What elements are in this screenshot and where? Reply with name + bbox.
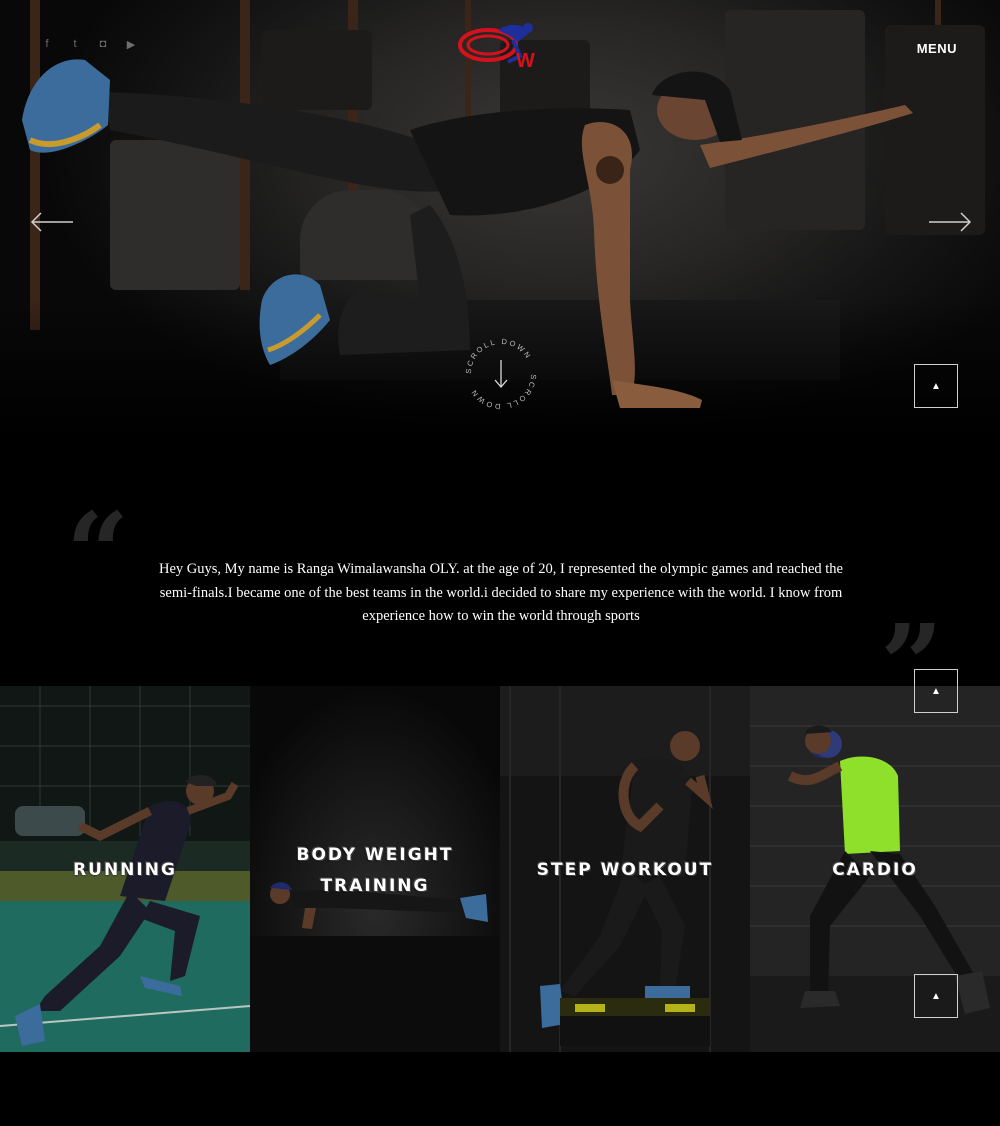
scroll-down-label: SCROLL DOWN bbox=[464, 337, 532, 374]
open-quote-icon: “ bbox=[66, 488, 130, 617]
footer-spacer bbox=[0, 1052, 1000, 1126]
back-to-top-button[interactable]: ▲ bbox=[914, 974, 958, 1018]
hero-slider: f t ◘ ▶ W MENU SCROLL DOWN SCROLL DOWN bbox=[0, 0, 1000, 440]
programs-grid: RUNNING BODY WEIGHT TRAINING STEP WORKOU… bbox=[0, 686, 1000, 1052]
chevron-up-icon: ▲ bbox=[931, 380, 941, 392]
svg-text:SCROLL DOWN: SCROLL DOWN bbox=[468, 374, 538, 411]
twitter-icon[interactable]: t bbox=[68, 38, 82, 51]
chevron-up-icon: ▲ bbox=[931, 990, 941, 1002]
about-quote-section: “ Hey Guys, My name is Ranga Wimalawansh… bbox=[0, 440, 1000, 720]
program-title: RUNNING bbox=[73, 860, 177, 880]
about-quote-text: Hey Guys, My name is Ranga Wimalawansha … bbox=[159, 561, 843, 624]
program-card-running[interactable]: RUNNING bbox=[0, 686, 250, 1052]
back-to-top-button[interactable]: ▲ bbox=[914, 669, 958, 713]
back-to-top-button[interactable]: ▲ bbox=[914, 364, 958, 408]
scroll-down-badge[interactable]: SCROLL DOWN SCROLL DOWN bbox=[463, 336, 539, 412]
program-card-body-weight-training[interactable]: BODY WEIGHT TRAINING bbox=[250, 686, 500, 1052]
chevron-up-icon: ▲ bbox=[931, 685, 941, 697]
program-card-cardio[interactable]: CARDIO bbox=[750, 686, 1000, 1052]
instagram-icon[interactable]: ◘ bbox=[96, 38, 110, 51]
scroll-down-label-2: SCROLL DOWN bbox=[468, 374, 538, 411]
program-title: STEP WORKOUT bbox=[536, 860, 714, 880]
next-slide-arrow-icon[interactable] bbox=[928, 212, 972, 232]
facebook-icon[interactable]: f bbox=[40, 38, 54, 51]
svg-text:SCROLL DOWN: SCROLL DOWN bbox=[464, 337, 534, 374]
program-title: BODY WEIGHT TRAINING bbox=[296, 845, 454, 896]
logo[interactable]: W bbox=[458, 20, 544, 70]
program-card-step-workout[interactable]: STEP WORKOUT bbox=[500, 686, 750, 1052]
social-links: f t ◘ ▶ bbox=[40, 38, 138, 51]
program-title: CARDIO bbox=[832, 860, 918, 880]
prev-slide-arrow-icon[interactable] bbox=[30, 212, 74, 232]
svg-text:W: W bbox=[516, 50, 535, 70]
youtube-icon[interactable]: ▶ bbox=[124, 38, 138, 51]
menu-button[interactable]: MENU bbox=[917, 41, 957, 56]
